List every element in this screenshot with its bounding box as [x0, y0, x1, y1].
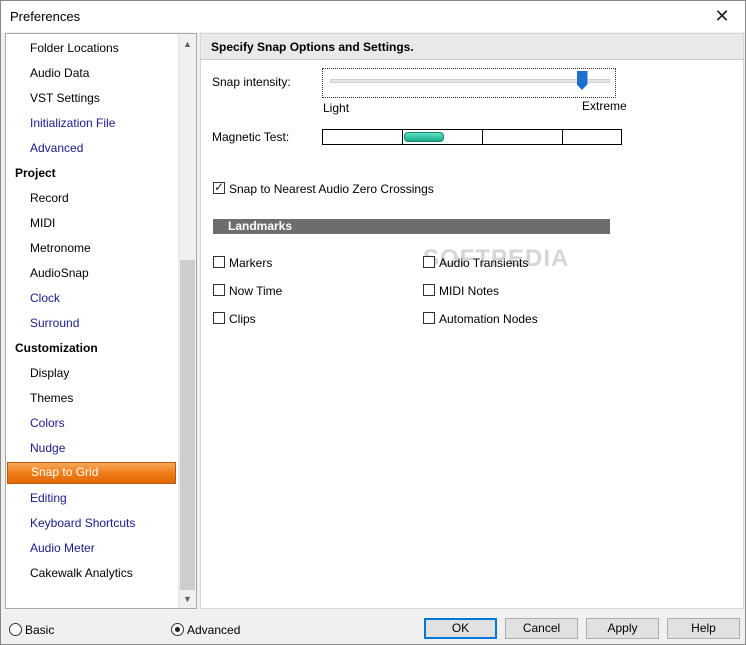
apply-button[interactable]: Apply: [586, 618, 659, 639]
now-time-label: Now Time: [229, 284, 283, 298]
slider-max-label: Extreme: [582, 99, 627, 113]
cancel-button[interactable]: Cancel: [505, 618, 578, 639]
tree-item-surround[interactable]: Surround: [30, 314, 79, 332]
tree-item-folder-locations[interactable]: Folder Locations: [30, 39, 119, 57]
snap-intensity-label: Snap intensity:: [212, 75, 291, 89]
tree-group-customization[interactable]: Customization: [15, 339, 98, 357]
ok-button[interactable]: OK: [424, 618, 497, 639]
preferences-tree: Folder Locations Audio Data VST Settings…: [5, 33, 197, 609]
tree-item-clock[interactable]: Clock: [30, 289, 60, 307]
tree-item-vst-settings[interactable]: VST Settings: [30, 89, 100, 107]
tree-item-snap-to-grid-label: Snap to Grid: [31, 465, 99, 479]
scroll-down-icon[interactable]: ▼: [179, 590, 196, 607]
tree-item-audio-data[interactable]: Audio Data: [30, 64, 89, 82]
markers-label: Markers: [229, 256, 273, 270]
zero-crossing-label: Snap to Nearest Audio Zero Crossings: [229, 182, 434, 196]
now-time-checkbox[interactable]: [213, 284, 225, 296]
magnetic-segment: [483, 130, 563, 144]
clips-checkbox[interactable]: [213, 312, 225, 324]
panel-header-title: Specify Snap Options and Settings.: [211, 40, 414, 54]
tree-item-colors[interactable]: Colors: [30, 414, 65, 432]
markers-checkbox[interactable]: [213, 256, 225, 268]
scroll-thumb[interactable]: [180, 260, 195, 590]
slider-min-label: Light: [323, 101, 350, 115]
tree-item-themes[interactable]: Themes: [30, 389, 73, 407]
tree-item-display[interactable]: Display: [30, 364, 69, 382]
advanced-label: Advanced: [187, 623, 241, 637]
tree-item-record[interactable]: Record: [30, 189, 69, 207]
close-icon[interactable]: ✕: [699, 1, 745, 32]
scroll-up-icon[interactable]: ▲: [179, 35, 196, 52]
tree-item-midi[interactable]: MIDI: [30, 214, 55, 232]
magnetic-test-indicator[interactable]: [404, 132, 444, 142]
window-title: Preferences: [10, 9, 81, 24]
tree-item-nudge[interactable]: Nudge: [30, 439, 65, 457]
title-bar: Preferences ✕: [1, 1, 745, 32]
tree-item-snap-to-grid-selected[interactable]: Snap to Grid: [7, 462, 176, 484]
magnetic-segment: [323, 130, 403, 144]
magnetic-test-label: Magnetic Test:: [212, 130, 290, 144]
basic-radio[interactable]: [9, 623, 22, 636]
tree-item-audiosnap[interactable]: AudioSnap: [30, 264, 89, 282]
preferences-window: Preferences ✕ Folder Locations Audio Dat…: [0, 0, 746, 645]
clips-label: Clips: [229, 312, 256, 326]
help-button[interactable]: Help: [667, 618, 740, 639]
snap-settings-panel: Specify Snap Options and Settings. Snap …: [200, 33, 744, 609]
zero-crossing-checkbox[interactable]: [213, 180, 225, 194]
tree-item-initialization-file[interactable]: Initialization File: [30, 114, 115, 132]
tree-group-project[interactable]: Project: [15, 164, 56, 182]
midi-notes-checkbox[interactable]: [423, 284, 435, 296]
slider-thumb[interactable]: [576, 71, 588, 90]
slider-track: [330, 79, 610, 83]
audio-transients-checkbox[interactable]: [423, 256, 435, 268]
landmarks-title: Landmarks: [228, 219, 293, 233]
automation-nodes-label: Automation Nodes: [439, 312, 538, 326]
panel-header: Specify Snap Options and Settings.: [201, 34, 743, 60]
tree-item-advanced[interactable]: Advanced: [30, 139, 83, 157]
snap-intensity-slider[interactable]: [322, 68, 616, 98]
tree-item-metronome[interactable]: Metronome: [30, 239, 91, 257]
tree-item-cakewalk-analytics[interactable]: Cakewalk Analytics: [30, 564, 133, 582]
tree-item-keyboard-shortcuts[interactable]: Keyboard Shortcuts: [30, 514, 135, 532]
magnetic-test-bar[interactable]: [322, 129, 622, 145]
audio-transients-label: Audio Transients: [439, 256, 529, 270]
tree-item-editing[interactable]: Editing: [30, 489, 67, 507]
midi-notes-label: MIDI Notes: [439, 284, 500, 298]
tree-scrollbar[interactable]: ▲ ▼: [178, 34, 196, 608]
advanced-radio[interactable]: [171, 623, 184, 636]
landmarks-section-bar: Landmarks: [213, 219, 610, 234]
tree-item-audio-meter[interactable]: Audio Meter: [30, 539, 95, 557]
basic-label: Basic: [25, 623, 55, 637]
automation-nodes-checkbox[interactable]: [423, 312, 435, 324]
